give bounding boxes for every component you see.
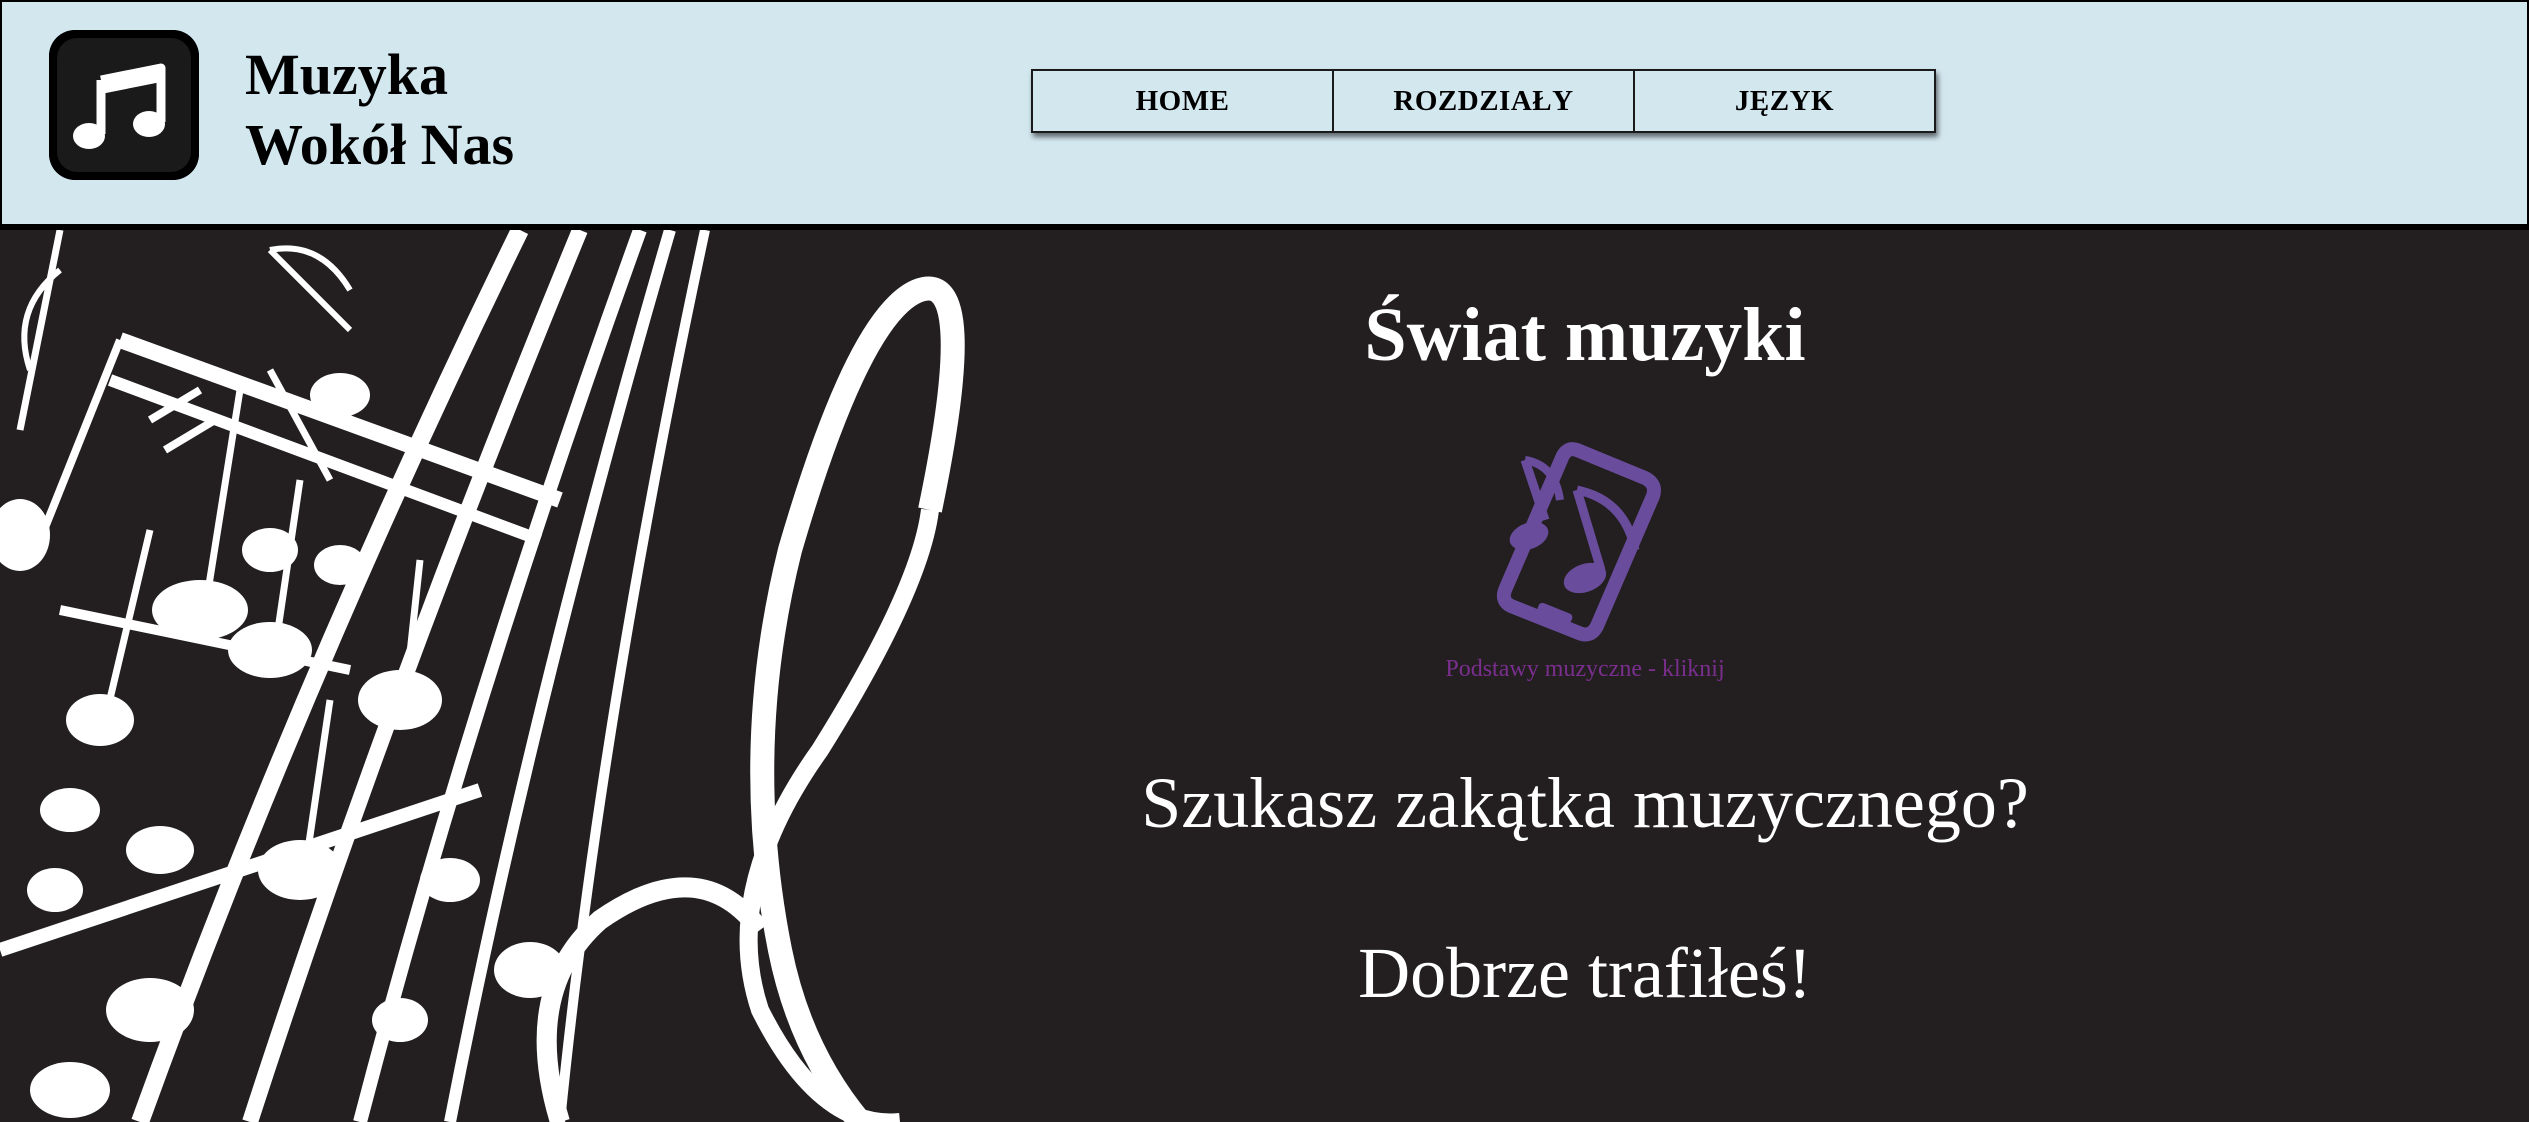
basics-link-caption: Podstawy muzyczne - kliknij [1445, 656, 1725, 682]
tagline-welcome: Dobrze trafiłeś! [1358, 933, 1812, 1013]
site-header: Muzyka Wokół Nas HOME ROZDZIAŁY JĘZYK [0, 0, 2529, 230]
hero-title: Świat muzyki [1364, 293, 1806, 377]
hero-section: Świat muzyki Podstawy muzyczne - kliknij… [0, 230, 2529, 1122]
basics-link[interactable]: Podstawy muzyczne - kliknij [1435, 430, 1735, 690]
site-title-line1: Muzyka [245, 42, 448, 107]
logo[interactable] [49, 30, 199, 180]
site-title-line2: Wokół Nas [245, 112, 515, 177]
main-nav: HOME ROZDZIAŁY JĘZYK [1031, 69, 1936, 133]
phone-music-icon [1496, 442, 1661, 642]
site-title[interactable]: Muzyka Wokół Nas [245, 40, 565, 180]
nav-language-button[interactable]: JĘZYK [1633, 69, 1936, 133]
tagline-question: Szukasz zakątka muzycznego? [1141, 763, 2029, 843]
nav-chapters-button[interactable]: ROZDZIAŁY [1332, 69, 1635, 133]
nav-home-button[interactable]: HOME [1031, 69, 1334, 133]
music-note-icon [49, 30, 199, 180]
sheet-music-art [0, 230, 965, 1122]
